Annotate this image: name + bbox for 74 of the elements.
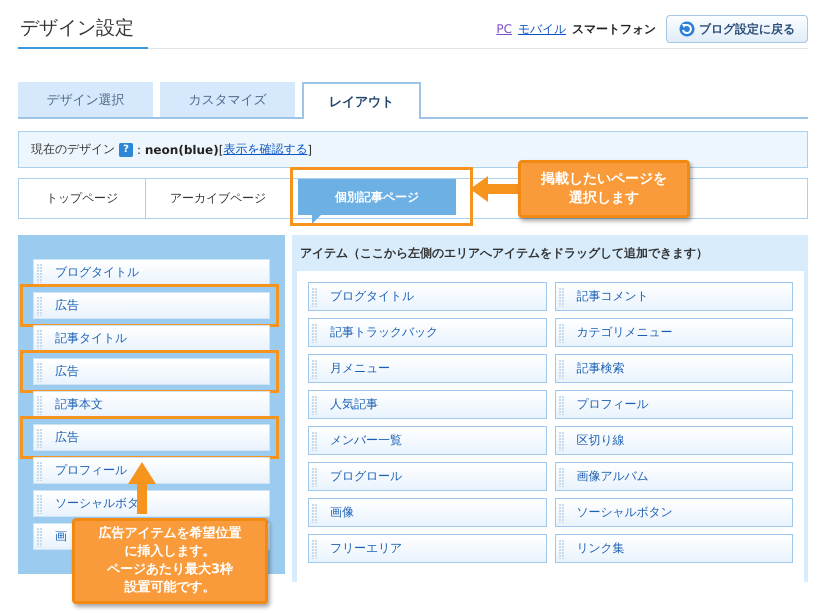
page-tab[interactable]: アーカイブページ xyxy=(146,179,291,218)
layout-item[interactable]: プロフィール xyxy=(33,457,270,484)
drag-handle-icon xyxy=(36,328,43,348)
drag-handle-icon xyxy=(558,286,564,306)
annotation-text: ページあたり最大3枠 xyxy=(106,561,234,579)
drag-handle-icon xyxy=(36,494,43,514)
refresh-icon xyxy=(679,21,695,37)
item[interactable]: フリーエリア xyxy=(308,534,546,563)
annotation-text: 設置可能です。 xyxy=(124,579,216,597)
device-link[interactable]: スマートフォン xyxy=(572,20,656,38)
drag-handle-icon xyxy=(36,460,43,480)
drag-handle-icon xyxy=(311,502,318,522)
layout-item[interactable]: 広告 xyxy=(33,424,270,451)
drag-handle-icon xyxy=(558,502,564,522)
page-title: デザイン設定 xyxy=(18,15,148,49)
item[interactable]: 記事コメント xyxy=(554,282,793,311)
drag-handle-icon xyxy=(36,262,43,282)
device-link[interactable]: PC xyxy=(496,22,512,36)
drag-handle-icon xyxy=(558,430,564,450)
speech-tail-icon xyxy=(312,215,321,224)
item[interactable]: 月メニュー xyxy=(308,354,546,383)
drag-handle-icon xyxy=(36,526,43,546)
drag-handle-icon xyxy=(311,394,318,414)
drag-handle-icon xyxy=(558,466,564,486)
annotation-text: 掲載したいページを xyxy=(541,170,667,189)
item[interactable]: 区切り線 xyxy=(554,426,793,455)
annotation-text: に挿入します。 xyxy=(124,543,216,561)
pointer-arrow xyxy=(128,462,156,514)
layout-item[interactable]: 記事タイトル xyxy=(33,325,270,352)
item[interactable]: 記事トラックバック xyxy=(308,318,546,347)
preview-link[interactable]: 表示を確認する xyxy=(223,141,308,158)
tab[interactable]: デザイン選択 xyxy=(18,82,153,117)
annotation-text: 広告アイテムを希望位置 xyxy=(98,525,242,543)
item[interactable]: 画像 xyxy=(308,498,546,527)
item[interactable]: メンバー一覧 xyxy=(308,426,546,455)
item[interactable]: 記事検索 xyxy=(554,354,793,383)
drag-handle-icon xyxy=(311,466,318,486)
layout-item[interactable]: 記事本文 xyxy=(33,391,270,418)
layout-item[interactable]: ブログタイトル xyxy=(33,259,270,286)
panel-title: アイテム（ここから左側のエリアへアイテムをドラッグして追加できます） xyxy=(299,244,709,262)
drag-handle-icon xyxy=(558,358,564,378)
annotation-text: 選択します xyxy=(569,189,639,208)
drag-handle-icon xyxy=(36,362,43,382)
item[interactable]: リンク集 xyxy=(554,534,793,563)
current-design-label: 現在のデザイン xyxy=(31,141,115,158)
item[interactable]: 画像アルバム xyxy=(554,462,793,491)
item[interactable]: ブログロール xyxy=(308,462,546,491)
drag-handle-icon xyxy=(311,286,318,306)
drag-handle-icon xyxy=(311,358,318,378)
drag-handle-icon xyxy=(36,394,43,414)
drag-handle-icon xyxy=(311,430,318,450)
drag-handle-icon xyxy=(36,428,43,448)
item[interactable]: プロフィール xyxy=(554,390,793,419)
drag-handle-icon xyxy=(558,538,564,558)
back-button[interactable]: ブログ設定に戻る xyxy=(666,15,808,43)
tab[interactable]: レイアウト xyxy=(302,82,421,119)
item[interactable]: ソーシャルボタン xyxy=(554,498,793,527)
drag-handle-icon xyxy=(311,538,318,558)
current-design-name: : neon(blue)[ xyxy=(137,142,224,156)
item[interactable]: ブログタイトル xyxy=(308,282,546,311)
tab[interactable]: カスタマイズ xyxy=(160,82,295,117)
layout-item[interactable]: ソーシャルボタ xyxy=(33,490,270,517)
bracket: ] xyxy=(307,142,312,156)
drag-handle-icon xyxy=(36,296,43,316)
layout-item[interactable]: 広告 xyxy=(33,292,270,319)
item[interactable]: 人気記事 xyxy=(308,390,546,419)
item[interactable]: カテゴリメニュー xyxy=(554,318,793,347)
drag-handle-icon xyxy=(558,394,564,414)
drag-handle-icon xyxy=(311,322,318,342)
drag-handle-icon xyxy=(558,322,564,342)
layout-item[interactable]: 広告 xyxy=(33,358,270,385)
help-button[interactable]: ? xyxy=(119,142,133,156)
page-tab[interactable]: トップページ xyxy=(19,179,146,218)
device-link[interactable]: モバイル xyxy=(518,20,566,38)
